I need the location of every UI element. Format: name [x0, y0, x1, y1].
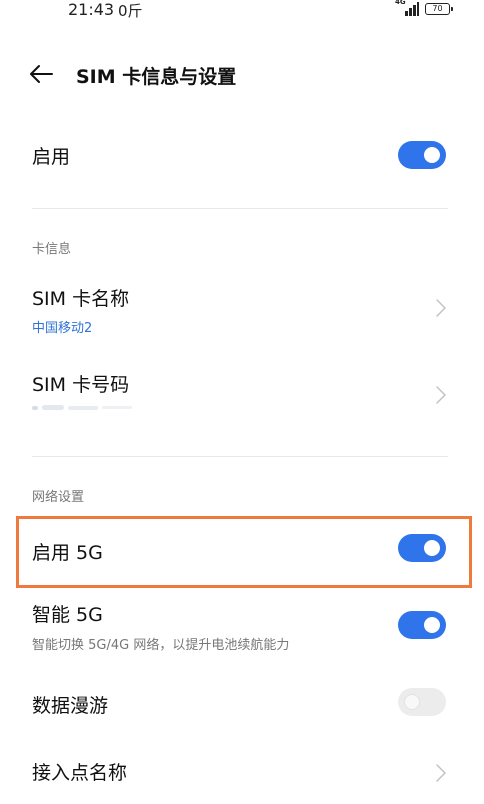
- status-time: 21:43: [68, 0, 115, 19]
- toggle-knob: [404, 694, 420, 710]
- header: SIM 卡信息与设置: [0, 50, 484, 98]
- data-roaming-toggle[interactable]: [398, 688, 446, 716]
- smart-5g-row[interactable]: 智能 5G 智能切换 5G/4G 网络，以提升电池续航能力: [0, 598, 484, 660]
- chevron-right-icon: [436, 386, 446, 404]
- sim-name-label: SIM 卡名称: [32, 288, 130, 310]
- sim-number-row[interactable]: SIM 卡号码: [0, 364, 484, 426]
- data-roaming-label: 数据漫游: [32, 695, 109, 717]
- signal-icon: 4G: [395, 0, 419, 17]
- data-roaming-row[interactable]: 数据漫游: [0, 686, 484, 726]
- toggle-knob: [424, 617, 440, 633]
- status-icons: 4G 70: [395, 0, 453, 17]
- enable-toggle[interactable]: [398, 141, 446, 169]
- sim-name-value: 中国移动2: [32, 321, 93, 336]
- blurred-phone-number: [32, 405, 132, 410]
- smart-5g-label: 智能 5G: [32, 604, 103, 626]
- page-title: SIM 卡信息与设置: [76, 66, 237, 88]
- highlight-box: [16, 516, 472, 588]
- divider: [32, 208, 448, 209]
- battery-level: 70: [432, 4, 443, 13]
- sim-number-label: SIM 卡号码: [32, 374, 130, 396]
- section-label-network-settings: 网络设置: [32, 490, 85, 505]
- divider: [32, 456, 448, 457]
- enable-label: 启用: [32, 146, 71, 168]
- section-label-card-info: 卡信息: [32, 242, 72, 257]
- network-type: 4G: [395, 0, 406, 6]
- sim-name-row[interactable]: SIM 卡名称 中国移动2: [0, 280, 484, 346]
- apn-label: 接入点名称: [32, 762, 128, 784]
- toggle-knob: [424, 147, 440, 163]
- enable-row[interactable]: 启用: [0, 130, 484, 180]
- smart-5g-toggle[interactable]: [398, 611, 446, 639]
- arrow-left-icon[interactable]: [28, 62, 54, 86]
- chevron-right-icon: [436, 764, 446, 782]
- status-indicator: 0斤: [118, 2, 143, 20]
- apn-row[interactable]: 接入点名称: [0, 752, 484, 796]
- smart-5g-description: 智能切换 5G/4G 网络，以提升电池续航能力: [32, 638, 290, 653]
- battery-icon: 70: [425, 3, 453, 15]
- chevron-right-icon: [436, 299, 446, 317]
- status-bar: 21:43 0斤 4G 70: [0, 0, 484, 26]
